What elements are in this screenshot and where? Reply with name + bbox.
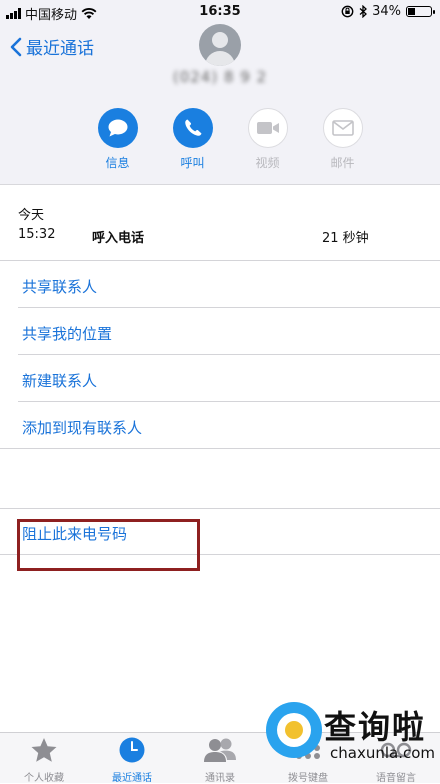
mail-label: 邮件 — [330, 156, 355, 170]
add-to-existing-option[interactable]: 添加到现有联系人 — [22, 417, 142, 438]
highlight-box — [17, 519, 200, 571]
divider — [0, 508, 440, 509]
watermark-logo — [266, 702, 322, 758]
divider — [18, 354, 440, 355]
contact-header: 最近通话 (024) 8 9 2 信息 呼叫 视频 邮件 — [0, 24, 440, 185]
tab-recents[interactable]: 最近通话 — [88, 733, 176, 784]
message-icon — [108, 119, 127, 137]
star-icon — [31, 738, 57, 762]
chevron-left-icon — [10, 37, 22, 56]
mail-icon — [331, 120, 354, 136]
battery-icon — [406, 6, 435, 17]
call-day: 今天 — [18, 208, 45, 223]
contacts-icon — [204, 738, 236, 762]
mail-button[interactable]: 邮件 — [305, 108, 380, 171]
bluetooth-icon — [359, 5, 368, 18]
watermark-title: 查询啦 — [324, 708, 427, 746]
action-buttons: 信息 呼叫 视频 邮件 — [80, 108, 380, 171]
call-duration: 21 秒钟 — [322, 231, 369, 246]
divider — [0, 448, 440, 449]
status-bar: 中国移动 16:35 34% — [0, 0, 440, 24]
orientation-lock-icon — [341, 5, 354, 18]
message-button[interactable]: 信息 — [80, 108, 155, 171]
share-location-option[interactable]: 共享我的位置 — [22, 323, 112, 344]
battery-percent: 34% — [372, 4, 401, 19]
contact-avatar — [199, 24, 241, 66]
phone-icon — [184, 119, 201, 136]
call-type: 呼入电话 — [92, 231, 145, 246]
share-contact-option[interactable]: 共享联系人 — [22, 276, 97, 297]
call-label: 呼叫 — [180, 156, 205, 170]
clock-icon — [119, 737, 145, 763]
watermark-url: chaxunla.com — [330, 744, 435, 762]
tab-contacts[interactable]: 通讯录 — [176, 733, 264, 784]
battery-fill — [408, 8, 415, 15]
message-label: 信息 — [105, 156, 130, 170]
call-button[interactable]: 呼叫 — [155, 108, 230, 171]
watermark: 查询啦 chaxunla.com — [260, 700, 440, 770]
call-time: 15:32 — [18, 227, 56, 242]
back-button[interactable]: 最近通话 — [10, 34, 94, 59]
divider — [18, 401, 440, 402]
divider — [18, 307, 440, 308]
video-icon — [256, 122, 279, 134]
back-label: 最近通话 — [26, 39, 94, 59]
divider — [0, 260, 440, 261]
phone-number: (024) 8 9 2 — [172, 68, 268, 86]
video-label: 视频 — [255, 156, 280, 170]
video-button[interactable]: 视频 — [230, 108, 305, 171]
tab-favorites[interactable]: 个人收藏 — [0, 733, 88, 784]
new-contact-option[interactable]: 新建联系人 — [22, 370, 97, 391]
